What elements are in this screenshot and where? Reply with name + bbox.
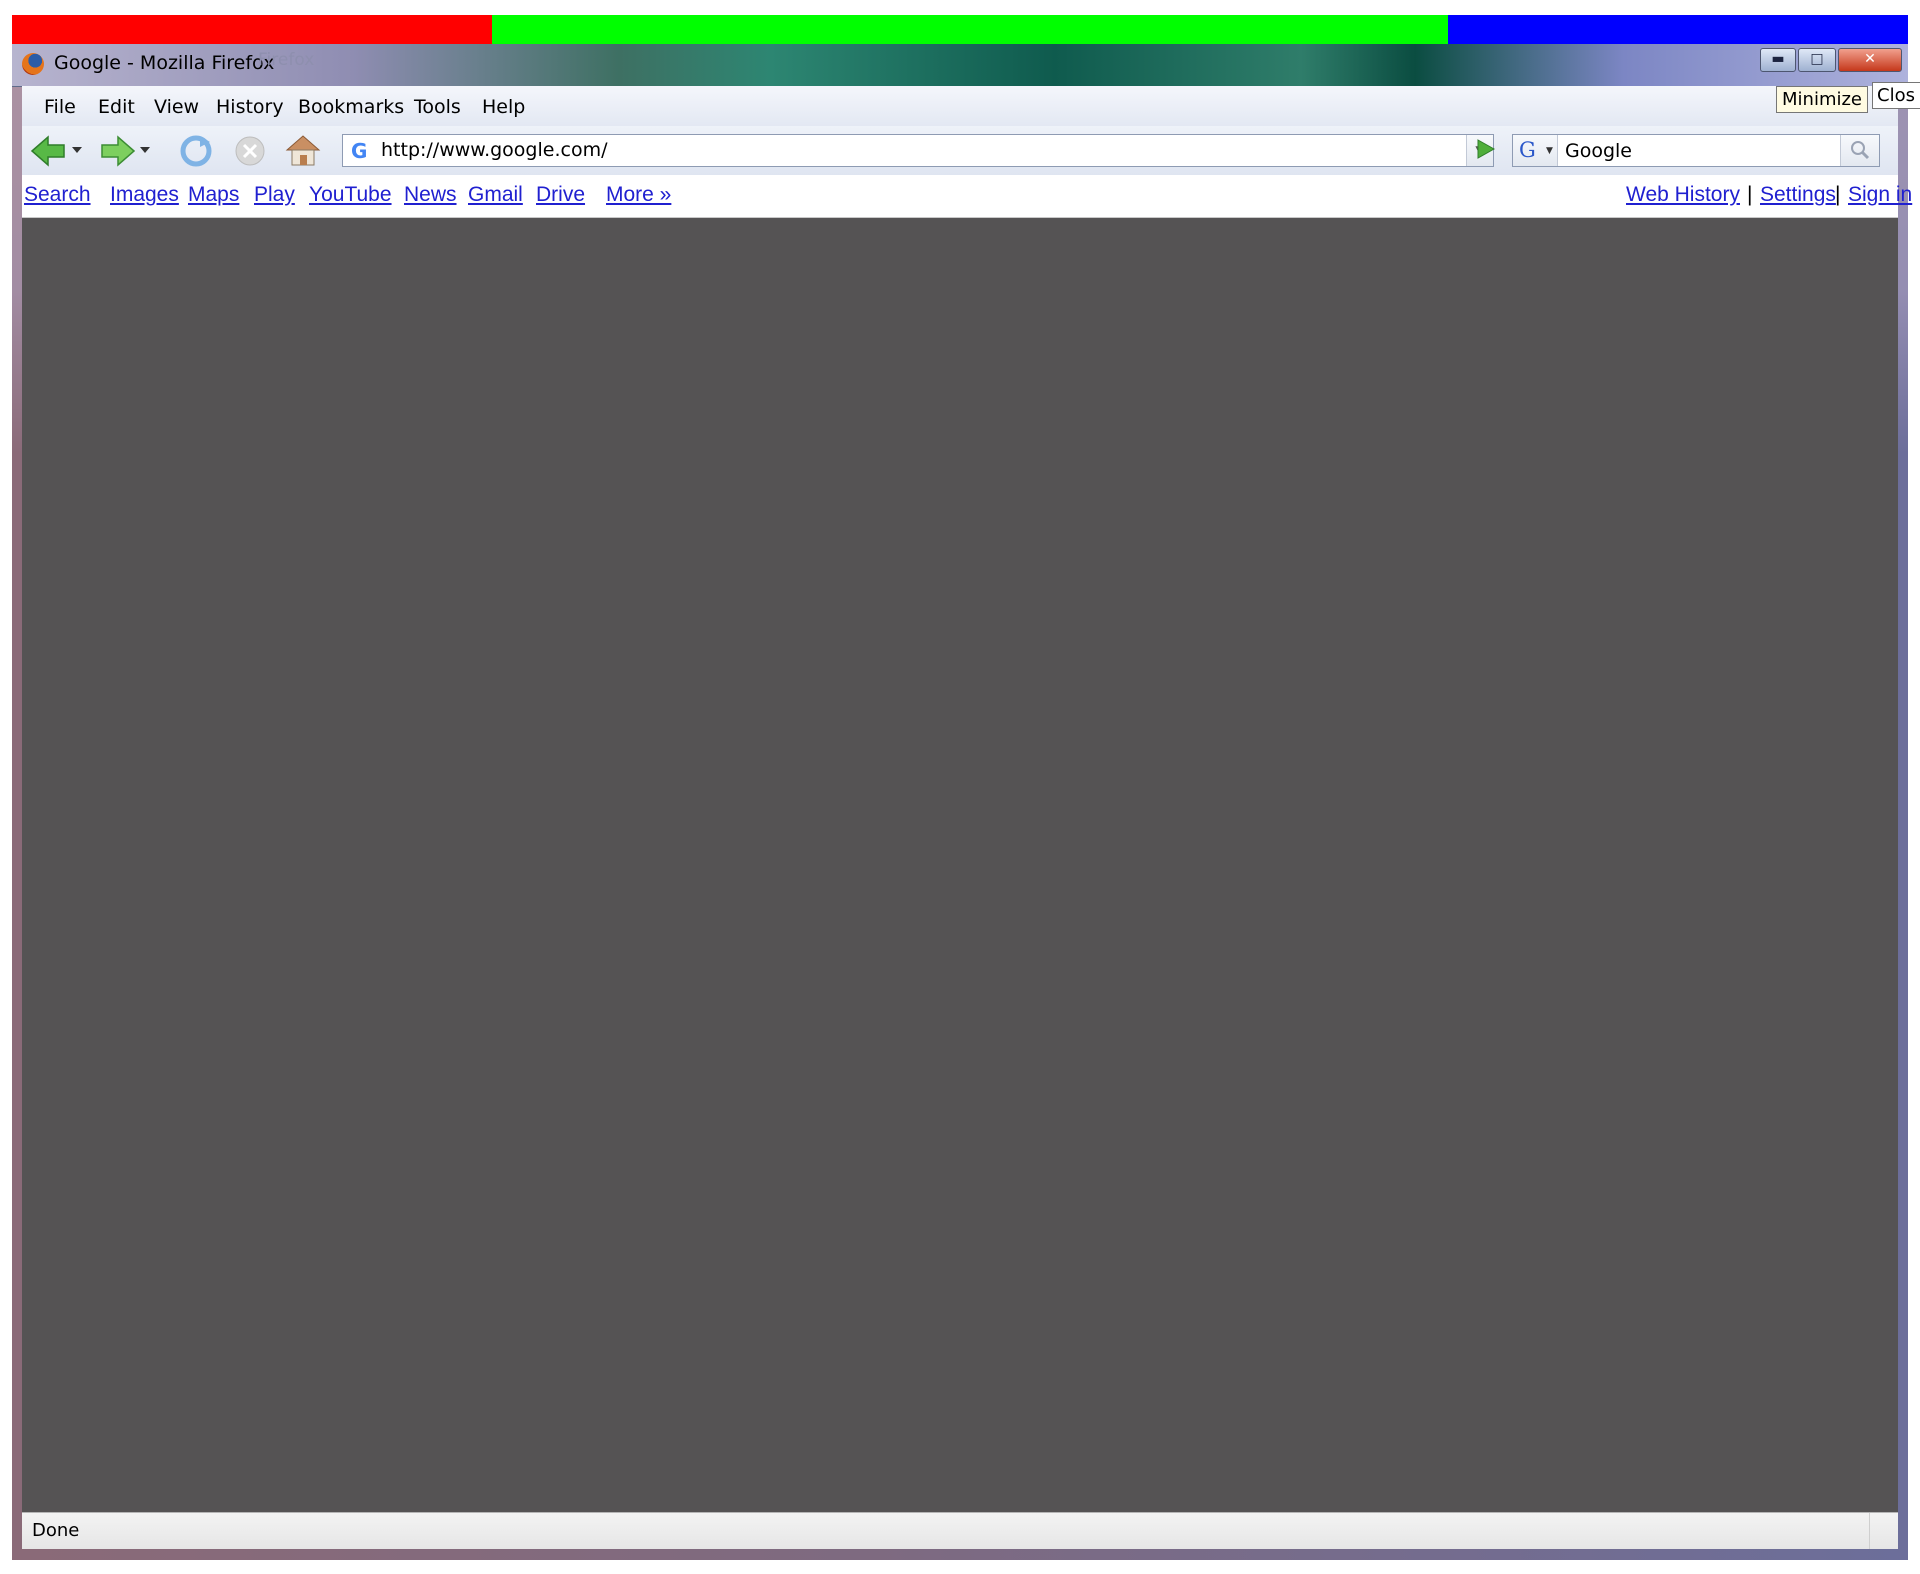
magnifier-icon [1851,141,1870,160]
address-input[interactable]: http://www.google.com/ [381,139,607,161]
reload-icon[interactable] [178,134,214,168]
search-engine-selector[interactable]: G ▼ [1513,135,1558,166]
link-separator: | [1835,183,1841,206]
google-link-youtube[interactable]: YouTube [309,183,392,207]
search-box[interactable]: G ▼ Google [1512,134,1880,167]
menu-edit[interactable]: Edit [98,96,135,118]
google-link-sign-in[interactable]: Sign in [1848,183,1912,207]
google-link-web-history[interactable]: Web History [1626,183,1740,207]
link-separator: | [1747,183,1753,206]
window-title: Google - Mozilla Firefox [54,52,275,74]
chevron-down-icon: ▼ [1546,146,1553,156]
minimize-icon: ▬ [1771,51,1785,67]
strip-red [12,15,492,45]
browser-window: Google - Mozilla Firefox Firefox ▬ □ ✕ F… [12,44,1912,1560]
strip-green [492,15,1448,45]
close-button[interactable]: ✕ [1838,48,1902,72]
forward-history-dropdown-icon[interactable] [140,146,150,154]
search-button[interactable] [1840,135,1879,166]
site-favicon-icon: G [351,139,368,163]
menu-file[interactable]: File [44,96,76,118]
google-link-drive[interactable]: Drive [536,183,585,207]
minimize-tooltip: Minimize [1776,86,1868,113]
menu-history[interactable]: History [216,96,284,118]
google-links-bar: Search Images Maps Play YouTube News Gma… [22,175,1912,218]
search-input[interactable]: Google [1565,140,1632,162]
menu-help[interactable]: Help [482,96,525,118]
page-content [22,218,1898,1512]
stop-icon[interactable] [232,134,268,168]
google-link-more[interactable]: More » [606,183,671,207]
forward-icon[interactable] [100,134,136,168]
menu-bookmarks[interactable]: Bookmarks [298,96,404,118]
status-bar: Done [22,1512,1898,1549]
menu-tools[interactable]: Tools [414,96,461,118]
minimize-button[interactable]: ▬ [1760,48,1796,72]
close-icon: ✕ [1864,51,1876,67]
go-arrow-icon[interactable] [1470,134,1500,165]
google-link-news[interactable]: News [404,183,457,207]
home-icon[interactable] [284,132,322,168]
back-history-dropdown-icon[interactable] [72,146,82,154]
address-bar[interactable]: G http://www.google.com/ ▼ [342,134,1494,167]
google-link-images[interactable]: Images [110,183,179,207]
maximize-icon: □ [1810,51,1824,67]
firefox-logo-icon [22,53,44,75]
color-strip [12,15,1908,45]
google-engine-icon: G [1519,138,1536,162]
google-link-maps[interactable]: Maps [188,183,239,207]
menu-bar: File Edit View History Bookmarks Tools H… [22,86,1898,127]
back-icon[interactable] [30,134,66,168]
strip-blue [1448,15,1908,45]
google-link-gmail[interactable]: Gmail [468,183,523,207]
google-link-settings[interactable]: Settings [1760,183,1836,207]
navigation-toolbar: G http://www.google.com/ ▼ G ▼ Google [22,126,1898,176]
menu-view[interactable]: View [154,96,199,118]
resize-grip-icon[interactable] [1869,1513,1898,1549]
google-link-search[interactable]: Search [24,183,91,207]
close-tooltip: Clos [1872,82,1920,109]
title-bar[interactable]: Google - Mozilla Firefox Firefox ▬ □ ✕ [12,44,1908,87]
google-link-play[interactable]: Play [254,183,295,207]
maximize-button[interactable]: □ [1798,48,1836,72]
ghost-window-title: Firefox [258,50,315,70]
status-text: Done [32,1520,80,1541]
